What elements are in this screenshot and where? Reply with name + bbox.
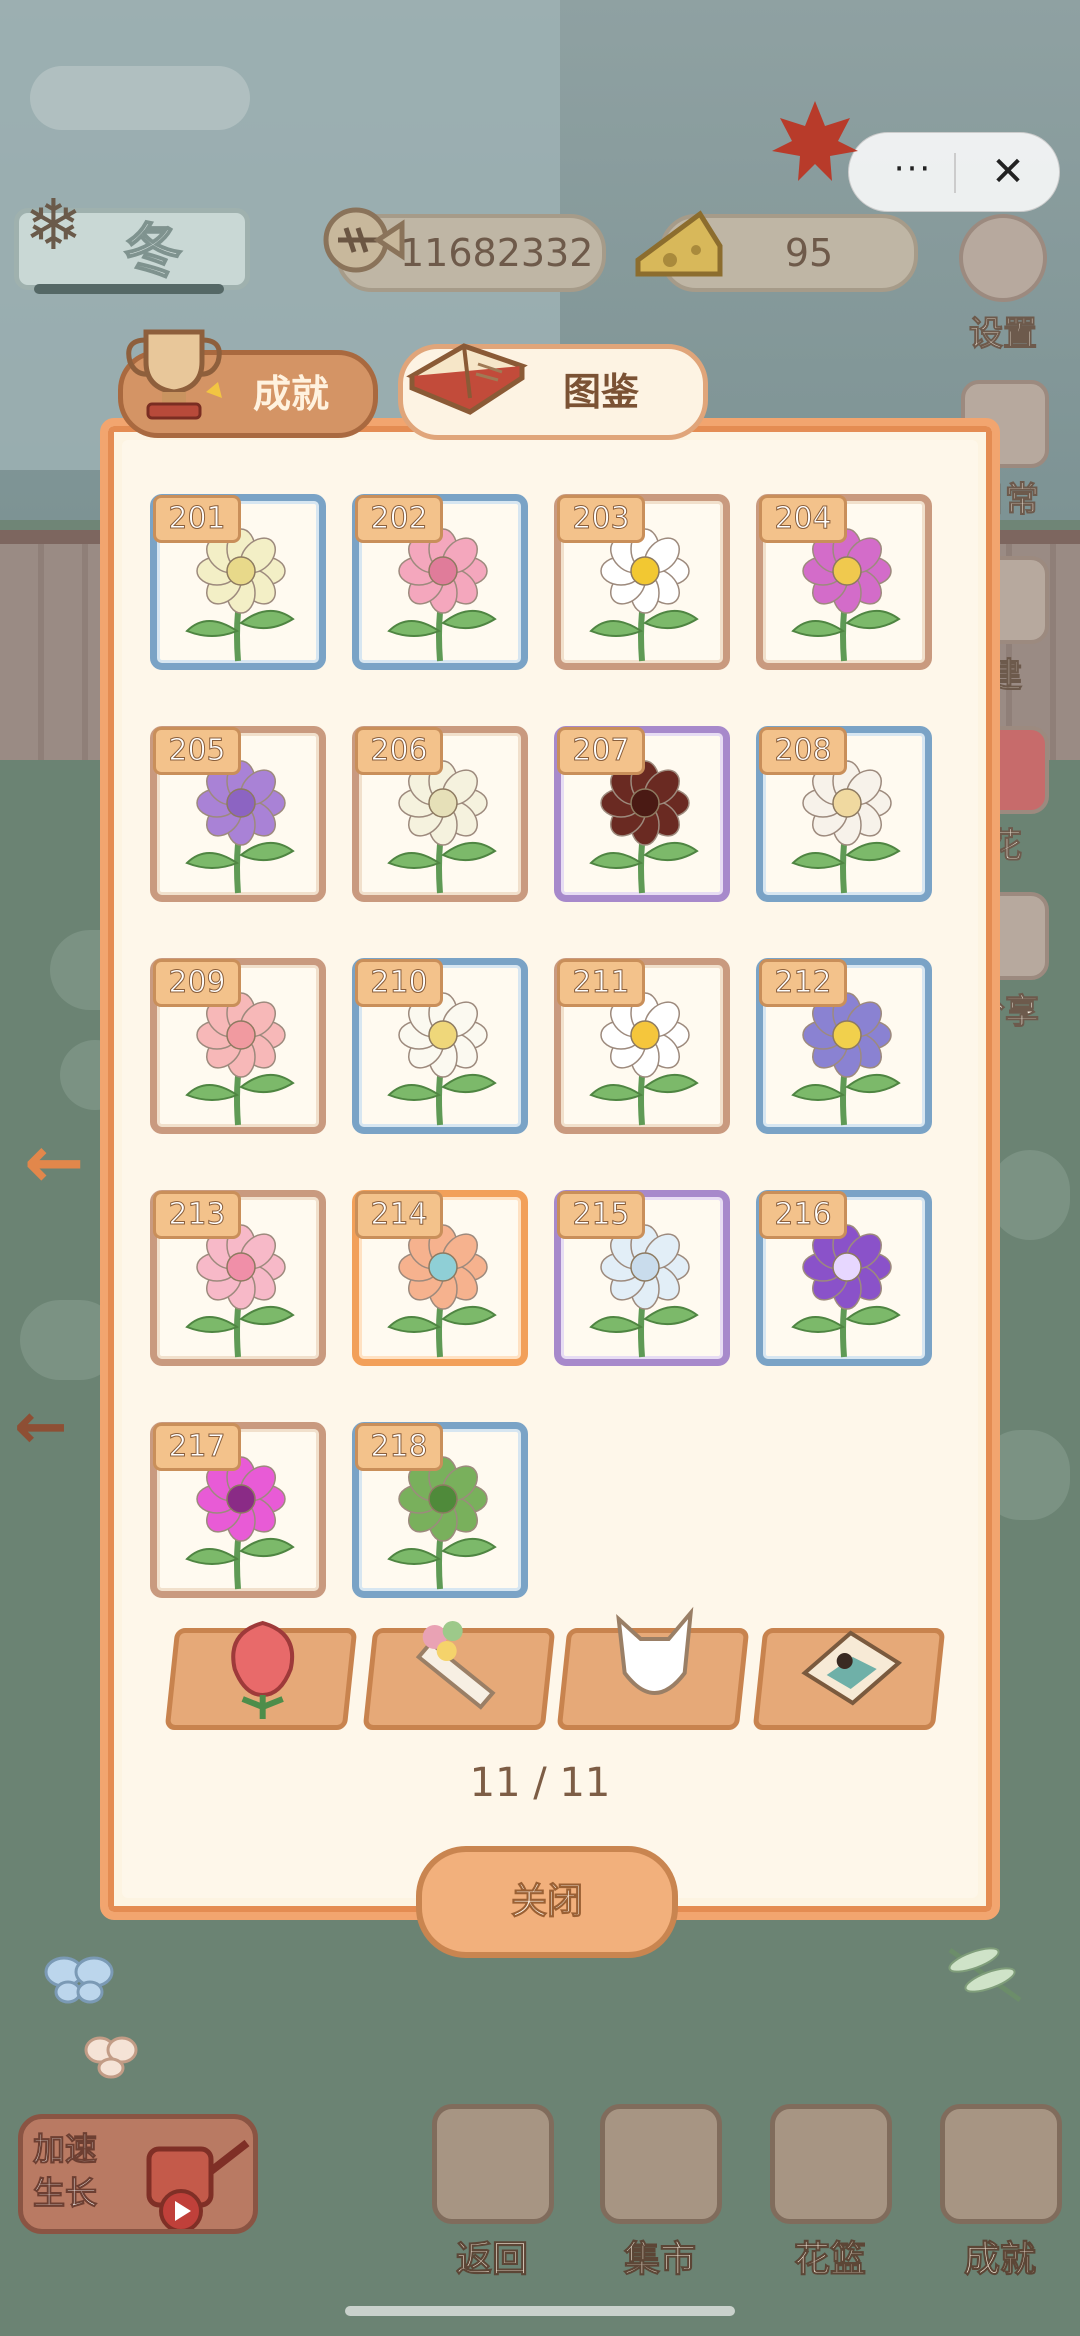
nav-achievement[interactable]: 成就 (940, 2104, 1062, 2282)
flower-number: 218 (355, 1423, 443, 1471)
fish-bone-icon (323, 207, 405, 273)
rose-bud-icon (231, 1620, 295, 1719)
flower-card[interactable]: 207 (554, 726, 730, 902)
cheese-icon (635, 210, 723, 277)
category-button-picture[interactable] (752, 1628, 946, 1730)
flower-card[interactable]: 215 (554, 1190, 730, 1366)
stall-icon (600, 2104, 722, 2224)
season-progress-bar (34, 284, 224, 294)
picture-icon (801, 1630, 903, 1706)
page-indicator: 11 / 11 (469, 1760, 611, 1806)
speed-up-label: 加速生长 (33, 2130, 98, 2213)
flower-card[interactable]: 212 (756, 958, 932, 1134)
nav-basket-label: 花篮 (793, 2239, 866, 2281)
flower-card[interactable]: 211 (554, 958, 730, 1134)
flower-number: 205 (153, 727, 241, 775)
dragonfly-icon (948, 1947, 1022, 2003)
category-button-vase[interactable] (556, 1606, 750, 1730)
flower-number: 203 (557, 495, 645, 543)
flower-card[interactable]: 205 (150, 726, 326, 902)
butterfly-icon (84, 2036, 138, 2079)
cheese-count: 95 (784, 231, 834, 275)
tab-achievement-label: 成就 (253, 372, 330, 416)
more-button[interactable]: ··· (873, 151, 953, 193)
side-button-settings[interactable]: 设置 (958, 214, 1048, 355)
fish-count: 11682332 (400, 231, 594, 275)
trophy-icon (126, 329, 222, 420)
mini-program-capsule: ··· ✕ (848, 132, 1060, 212)
flower-card[interactable]: 202 (352, 494, 528, 670)
flower-card[interactable]: 217 (150, 1422, 326, 1598)
left-arrow-icon[interactable]: ← (24, 1120, 84, 1204)
capsule-divider (954, 153, 956, 193)
close-miniprogram-button[interactable]: ✕ (969, 147, 1047, 197)
flower-card[interactable]: 203 (554, 494, 730, 670)
nav-market[interactable]: 集市 (600, 2104, 722, 2282)
speed-up-growth-button[interactable]: 加速生长 (18, 2114, 258, 2234)
flower-number: 215 (557, 1191, 645, 1239)
basket-icon (770, 2104, 892, 2224)
cloud (30, 66, 250, 130)
flower-number: 209 (153, 959, 241, 1007)
maple-leaf-icon (772, 101, 858, 181)
flower-card[interactable]: 213 (150, 1190, 326, 1366)
flower-card[interactable]: 206 (352, 726, 528, 902)
nav-back[interactable]: 返回 (432, 2104, 554, 2282)
flower-number: 216 (759, 1191, 847, 1239)
season-indicator[interactable]: ❄ 冬 (14, 170, 250, 294)
flower-number: 210 (355, 959, 443, 1007)
gear-icon (959, 214, 1047, 302)
flower-number: 214 (355, 1191, 443, 1239)
home-indicator (345, 2306, 735, 2316)
trophy-icon (940, 2104, 1062, 2224)
flower-card[interactable]: 204 (756, 494, 932, 670)
flower-card[interactable]: 218 (352, 1422, 528, 1598)
flower-number: 201 (153, 495, 241, 543)
flower-card[interactable]: 216 (756, 1190, 932, 1366)
nav-achievement-label: 成就 (963, 2239, 1036, 2281)
open-book-icon (406, 343, 528, 415)
left-arrow-icon[interactable]: ← (14, 1390, 68, 1464)
bouquet-icon (415, 1621, 496, 1710)
flower-card[interactable]: 210 (352, 958, 528, 1134)
window-icon (432, 2104, 554, 2224)
watering-can-icon (146, 2139, 250, 2229)
flower-number: 207 (557, 727, 645, 775)
flower-number: 204 (759, 495, 847, 543)
flower-number: 212 (759, 959, 847, 1007)
vase-icon (616, 1606, 694, 1695)
side-button-label: 设置 (969, 314, 1038, 355)
tab-encyclopedia-label: 图鉴 (563, 370, 640, 414)
nav-market-label: 集市 (623, 2239, 696, 2281)
flower-number: 213 (153, 1191, 241, 1239)
flower-number: 202 (355, 495, 443, 543)
nav-back-label: 返回 (455, 2239, 528, 2281)
flower-card[interactable]: 209 (150, 958, 326, 1134)
season-label: 冬 (123, 216, 183, 286)
flower-number: 217 (153, 1423, 241, 1471)
snowy-tree-icon: ❄ (24, 184, 83, 266)
flower-card[interactable]: 208 (756, 726, 932, 902)
category-button-bouquet[interactable] (362, 1621, 556, 1730)
flower-number: 211 (557, 959, 645, 1007)
close-button[interactable]: 关闭 (416, 1846, 678, 1958)
flower-card[interactable]: 201 (150, 494, 326, 670)
nav-basket[interactable]: 花篮 (770, 2104, 892, 2282)
flower-card[interactable]: 214 (352, 1190, 528, 1366)
category-button-flower[interactable] (164, 1620, 358, 1730)
flower-number: 208 (759, 727, 847, 775)
flower-number: 206 (355, 727, 443, 775)
butterfly-icon (44, 1956, 114, 2004)
stepping-stone (990, 1150, 1070, 1240)
